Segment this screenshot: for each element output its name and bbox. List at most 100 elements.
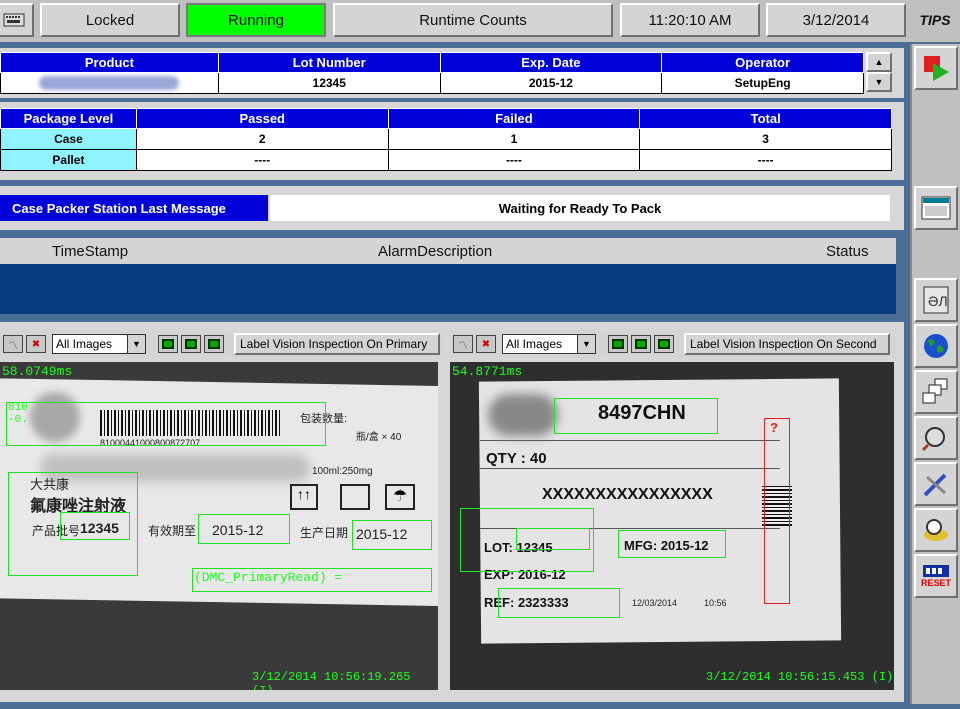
package-level-header: Package Level bbox=[0, 108, 137, 129]
exp-header: Exp. Date bbox=[439, 52, 663, 73]
image-filter-dropdown[interactable]: All Images ▼ bbox=[502, 334, 596, 354]
document-icon: ӘЛ bbox=[923, 286, 949, 314]
monitor-icon bbox=[612, 339, 624, 349]
chevron-down-icon: ▼ bbox=[577, 335, 595, 353]
fail-marker: ? bbox=[770, 420, 778, 435]
runtime-counts-button[interactable]: Runtime Counts bbox=[333, 3, 613, 37]
inspection-title[interactable]: Label Vision Inspection On Primary bbox=[234, 333, 440, 355]
start-stop-button[interactable] bbox=[914, 46, 958, 90]
label-divider bbox=[480, 468, 780, 469]
up-arrow-symbol: ↑↑ bbox=[290, 484, 318, 510]
camera-right-image: 8497CHN QTY : 40 XXXXXXXXXXXXXXXX LOT: 1… bbox=[450, 362, 894, 690]
dropdown-value: All Images bbox=[506, 337, 563, 351]
case-passed: 2 bbox=[135, 128, 389, 150]
lot-header: Lot Number bbox=[217, 52, 441, 73]
passed-header: Passed bbox=[135, 108, 389, 129]
failed-header: Failed bbox=[387, 108, 641, 129]
camera-right-toolbar: 〽 ✖ All Images ▼ Label Vision Inspection … bbox=[450, 330, 896, 358]
clear-button[interactable]: ✖ bbox=[26, 335, 46, 353]
clear-icon: ✖ bbox=[31, 338, 41, 350]
chevron-down-icon: ▼ bbox=[127, 335, 145, 353]
dose-text: 100ml:250mg bbox=[312, 466, 373, 477]
small-date: 12/03/2014 bbox=[632, 598, 678, 608]
tips-logo: TIPS bbox=[919, 12, 951, 28]
data-screen-button[interactable] bbox=[914, 186, 958, 230]
monitor-icon bbox=[635, 339, 647, 349]
left-timestamp: 3/12/2014 10:56:19.265 (I) bbox=[252, 670, 411, 690]
chart-button[interactable]: 〽 bbox=[453, 335, 473, 353]
clock-time: 11:20:10 AM bbox=[620, 3, 760, 37]
pallet-total: ---- bbox=[639, 149, 892, 171]
inspection-button[interactable] bbox=[914, 416, 958, 460]
exp-prefix: 有效期至 bbox=[148, 524, 197, 538]
chart-icon: 〽 bbox=[458, 340, 468, 352]
operator-header: Operator bbox=[661, 52, 864, 73]
inspection-title[interactable]: Label Vision Inspection On Second bbox=[684, 333, 890, 355]
monitor-icon bbox=[185, 339, 197, 349]
counter-icon bbox=[923, 565, 949, 577]
roi-label: -0. bbox=[8, 414, 28, 426]
level-pallet: Pallet bbox=[0, 149, 137, 171]
view-3-button[interactable] bbox=[654, 335, 674, 353]
scroll-up-button[interactable]: ▲ bbox=[866, 52, 892, 72]
product-cell bbox=[0, 72, 219, 94]
camera-right: 〽 ✖ All Images ▼ Label Vision Inspection … bbox=[450, 330, 896, 692]
pallet-failed: ---- bbox=[387, 149, 641, 171]
magnifier-icon bbox=[921, 427, 945, 452]
monitor-icon bbox=[208, 339, 220, 349]
mfg-prefix: 生产日期 bbox=[300, 526, 349, 540]
boxes-icon bbox=[922, 378, 948, 404]
description-column[interactable]: AlarmDescription bbox=[378, 243, 492, 260]
message-text: Waiting for Ready To Pack bbox=[270, 195, 890, 221]
network-button[interactable] bbox=[914, 324, 958, 368]
roi-box bbox=[352, 520, 432, 550]
exp-cell: 2015-12 bbox=[439, 72, 663, 94]
blurred-product bbox=[39, 76, 180, 90]
running-status: Running bbox=[186, 3, 326, 37]
arrow-down-icon: ▼ bbox=[874, 77, 884, 87]
search-icon bbox=[924, 519, 948, 541]
right-processing-time: 54.8771ms bbox=[452, 364, 523, 379]
view-2-button[interactable] bbox=[181, 335, 201, 353]
umbrella-symbol: ☂ bbox=[385, 484, 415, 510]
search-button[interactable] bbox=[914, 508, 958, 552]
alarm-header: TimeStamp AlarmDescription Status bbox=[0, 238, 896, 264]
tools-button[interactable] bbox=[914, 462, 958, 506]
package-table: Package Level Passed Failed Total Case 2… bbox=[0, 108, 892, 171]
aggregation-button[interactable] bbox=[914, 370, 958, 414]
clear-button[interactable]: ✖ bbox=[476, 335, 496, 353]
pack-qty-value: 瓶/盒 × 40 bbox=[356, 432, 402, 443]
timestamp-column[interactable]: TimeStamp bbox=[52, 243, 128, 260]
clock-date: 3/12/2014 bbox=[766, 3, 906, 37]
view-1-button[interactable] bbox=[158, 335, 178, 353]
total-header: Total bbox=[639, 108, 892, 129]
lock-status[interactable]: Locked bbox=[40, 3, 180, 37]
table-row: Pallet ---- ---- ---- bbox=[0, 149, 892, 171]
keyboard-button[interactable] bbox=[0, 3, 34, 37]
qty-text: QTY : 40 bbox=[486, 450, 547, 467]
fragile-symbol bbox=[340, 484, 370, 510]
alarm-list[interactable]: TimeStamp AlarmDescription Status bbox=[0, 238, 896, 314]
tools-icon bbox=[923, 473, 947, 497]
reset-button[interactable]: RESET bbox=[914, 554, 958, 598]
monitor-icon bbox=[162, 339, 174, 349]
chart-icon: 〽 bbox=[8, 340, 18, 352]
report-button[interactable]: ӘЛ bbox=[914, 278, 958, 322]
monitor-icon bbox=[658, 339, 670, 349]
view-2-button[interactable] bbox=[631, 335, 651, 353]
dropdown-value: All Images bbox=[56, 337, 113, 351]
image-filter-dropdown[interactable]: All Images ▼ bbox=[52, 334, 146, 354]
svg-text:ӘЛ: ӘЛ bbox=[928, 293, 948, 309]
scroll-down-button[interactable]: ▼ bbox=[866, 72, 892, 92]
roi-box bbox=[498, 588, 620, 618]
chart-button[interactable]: 〽 bbox=[3, 335, 23, 353]
masked-text: XXXXXXXXXXXXXXXX bbox=[542, 486, 713, 503]
roi-box bbox=[198, 514, 290, 544]
view-3-button[interactable] bbox=[204, 335, 224, 353]
reset-label: RESET bbox=[920, 578, 951, 588]
view-1-button[interactable] bbox=[608, 335, 628, 353]
top-bar: Locked Running Runtime Counts 11:20:10 A… bbox=[0, 0, 960, 42]
roi-box bbox=[6, 402, 326, 446]
camera-left: 〽 ✖ All Images ▼ Label Vision Inspection … bbox=[0, 330, 442, 692]
status-column[interactable]: Status bbox=[826, 243, 869, 260]
